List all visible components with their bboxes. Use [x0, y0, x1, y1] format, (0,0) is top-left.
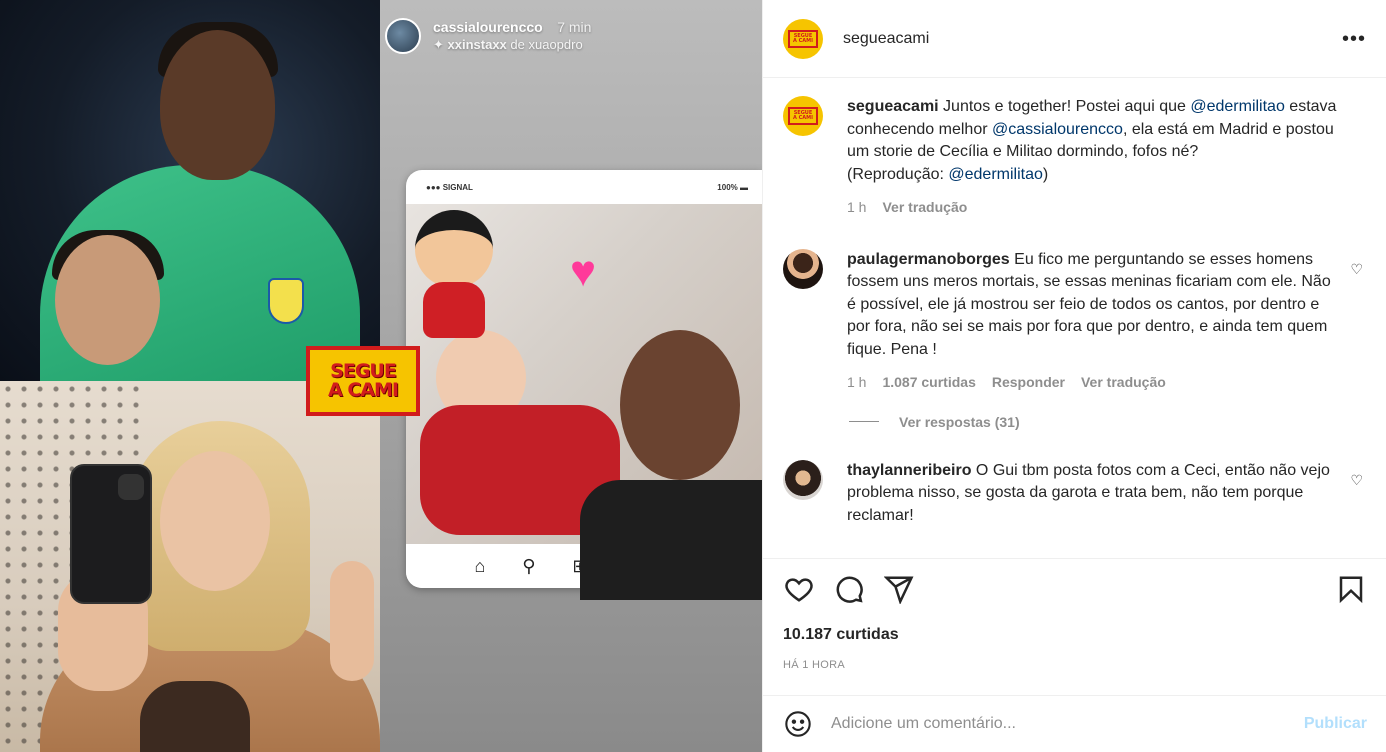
mock-battery: 100% ▬ [717, 182, 748, 192]
story-music-user: xxinstaxx [447, 37, 507, 52]
caption-mention-3[interactable]: @edermilitao [948, 166, 1043, 183]
view-replies-label: Ver respostas (31) [899, 413, 1020, 430]
mock-signal: ●●● SIGNAL [426, 182, 473, 192]
add-comment-bar: Publicar [763, 695, 1386, 752]
heart-icon [785, 577, 813, 602]
caption: SEGUE A CAMI segueacami Juntos e together… [783, 96, 1367, 219]
selfie-photo [0, 381, 380, 752]
story-avatar [385, 18, 421, 54]
publish-button[interactable]: Publicar [1304, 715, 1367, 733]
commenter-avatar[interactable] [783, 248, 823, 289]
comment-likes[interactable]: 1.087 curtidas [882, 371, 975, 394]
story-header: cassialourencco 7 min ✦ xxinstaxx de xua… [385, 14, 591, 58]
player-photo [0, 0, 380, 381]
caption-translate-link[interactable]: Ver tradução [882, 196, 967, 219]
comment-like-icon[interactable]: ♡ [1350, 472, 1363, 489]
more-options-icon[interactable]: ••• [1342, 29, 1366, 49]
comment-item: thaylanneribeiro O Gui tbm posta fotos c… [783, 459, 1367, 528]
replies-divider [849, 421, 879, 422]
top [140, 681, 250, 752]
post-media[interactable]: cassialourencco 7 min ✦ xxinstaxx de xua… [0, 0, 762, 752]
likes-count[interactable]: 10.187 curtidas [783, 626, 899, 644]
caption-text-5: ) [1042, 165, 1049, 183]
comment-reply-button[interactable]: Responder [992, 371, 1065, 394]
action-bar [763, 558, 1386, 618]
emoji-button[interactable] [783, 709, 813, 739]
caption-avatar[interactable]: SEGUE A CAMI [783, 96, 823, 136]
send-icon [884, 576, 914, 604]
comment-input[interactable] [831, 715, 1304, 733]
comment-item: paulagermanoborges Eu fico me perguntand… [783, 248, 1367, 394]
comment-like-icon[interactable]: ♡ [1350, 261, 1363, 278]
comment-icon [836, 576, 863, 603]
caption-text-1: Juntos e together! Postei aqui que [938, 98, 1191, 115]
save-button[interactable] [1331, 569, 1371, 609]
mock-status-bar: ●●● SIGNAL 100% ▬ [406, 170, 762, 204]
comment-username[interactable]: paulagermanoborges [847, 251, 1010, 268]
author-avatar[interactable]: SEGUE A CAMI [783, 18, 823, 59]
caption-username[interactable]: segueacami [847, 98, 939, 115]
emoji-icon [785, 711, 811, 737]
post-sidebar: SEGUE A CAMI segueacami ••• SEGUE A CAMI s… [762, 0, 1386, 752]
cbf-crest-icon [268, 278, 304, 324]
player-head [160, 30, 275, 180]
post-header: SEGUE A CAMI segueacami ••• [763, 0, 1386, 78]
bookmark-icon [1339, 576, 1363, 603]
comment-time: 1 h [847, 374, 867, 390]
caption-mention-1[interactable]: @edermilitao [1190, 98, 1285, 115]
segue-a-cami-logo: SEGUE A CAMI [306, 346, 420, 416]
story-music: ✦ xxinstaxx de xuaopdro [433, 37, 591, 53]
kid-head [55, 235, 160, 365]
comment-translate-link[interactable]: Ver tradução [1081, 371, 1166, 394]
post-timestamp: HÁ 1 HORA [783, 659, 845, 671]
caption-mention-2[interactable]: @cassialourencco [992, 121, 1123, 138]
story-music-rest: de xuaopdro [510, 37, 583, 52]
comments-list[interactable]: SEGUE A CAMI segueacami Juntos e together… [763, 78, 1386, 558]
author-username[interactable]: segueacami [843, 30, 929, 48]
comment-username[interactable]: thaylanneribeiro [847, 462, 971, 479]
heart-emoji-icon: ♥ [570, 247, 597, 296]
search-icon: ⚲ [522, 555, 536, 576]
comment-button[interactable] [829, 569, 869, 609]
caption-time: 1 h [847, 199, 867, 215]
story-time: 7 min [557, 19, 592, 35]
share-button[interactable] [879, 569, 919, 609]
man-shirt [580, 480, 762, 600]
peace-sign-hand [330, 561, 374, 681]
like-button[interactable] [779, 569, 819, 609]
view-replies-button[interactable]: Ver respostas (31) [849, 414, 1367, 430]
story-username: cassialourencco [433, 19, 543, 35]
phone-icon [70, 464, 152, 604]
man-head [620, 330, 740, 480]
commenter-avatar[interactable] [783, 459, 823, 500]
sparkle-icon: ✦ [433, 37, 448, 52]
woman-face [160, 451, 270, 591]
caption-text-4: (Reprodução: [847, 165, 949, 183]
home-icon: ⌂ [474, 555, 486, 576]
doll [415, 210, 493, 340]
